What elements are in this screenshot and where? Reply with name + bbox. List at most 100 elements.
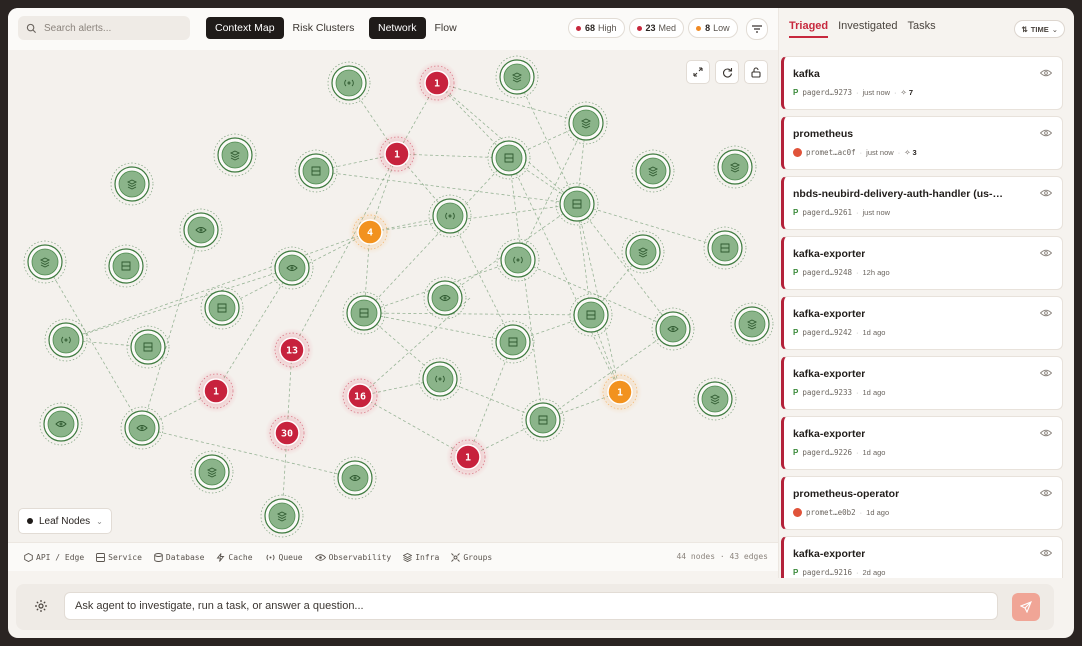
service-node[interactable]	[270, 246, 314, 290]
gear-icon[interactable]	[34, 599, 48, 613]
service-node[interactable]	[423, 276, 467, 320]
high-alert-node[interactable]: 1	[375, 132, 419, 176]
severity-med-pill[interactable]: 23 Med	[628, 18, 685, 38]
eye-icon[interactable]	[1040, 69, 1052, 77]
high-alert-node[interactable]: 1	[415, 61, 459, 105]
service-node[interactable]	[631, 149, 675, 193]
alert-card[interactable]: nbds-neubird-delivery-auth-handler (us-……	[781, 176, 1063, 230]
panel-tabs: Triaged Investigated Tasks	[789, 20, 936, 38]
sort-time-button[interactable]: ⇅ TIME ⌄	[1014, 20, 1065, 38]
tab-investigated[interactable]: Investigated	[838, 20, 897, 38]
alert-time: just now	[862, 88, 891, 97]
tab-network[interactable]: Network	[369, 17, 426, 39]
alert-card[interactable]: prometheus-operator promet…e0b2 · 1d ago	[781, 476, 1063, 530]
service-node[interactable]	[703, 226, 747, 270]
refresh-button[interactable]	[715, 60, 739, 84]
tab-tasks[interactable]: Tasks	[907, 20, 935, 38]
alert-title: kafka-exporter	[793, 428, 866, 440]
search-icon	[26, 23, 37, 33]
service-node[interactable]	[23, 240, 67, 284]
tab-risk-clusters[interactable]: Risk Clusters	[284, 17, 364, 39]
service-node[interactable]	[120, 406, 164, 450]
eye-icon[interactable]	[1040, 549, 1052, 557]
eye-icon[interactable]	[1040, 369, 1052, 377]
high-alert-node[interactable]: 30	[265, 411, 309, 455]
service-node[interactable]	[496, 238, 540, 282]
pagerduty-icon: P	[793, 328, 799, 337]
service-node[interactable]	[110, 162, 154, 206]
service-node[interactable]	[179, 208, 223, 252]
service-node[interactable]	[104, 244, 148, 288]
service-node[interactable]	[521, 398, 565, 442]
service-node[interactable]	[342, 291, 386, 335]
service-node[interactable]	[200, 286, 244, 330]
eye-icon[interactable]	[1040, 489, 1052, 497]
expand-button[interactable]	[686, 60, 710, 84]
search-input[interactable]	[42, 21, 186, 35]
service-node[interactable]	[39, 402, 83, 446]
service-node[interactable]	[693, 377, 737, 421]
alert-meta: P pagerd…9261 · just now	[793, 208, 891, 217]
lock-button[interactable]	[744, 60, 768, 84]
eye-icon[interactable]	[1040, 129, 1052, 137]
service-node[interactable]	[327, 61, 371, 105]
high-alert-node[interactable]: 1	[446, 435, 490, 479]
high-alert-node[interactable]: 16	[338, 374, 382, 418]
eye-icon[interactable]	[1040, 429, 1052, 437]
service-node[interactable]	[730, 302, 774, 346]
service-node[interactable]	[555, 182, 599, 226]
service-node[interactable]	[428, 194, 472, 238]
high-alert-node[interactable]: 1	[194, 369, 238, 413]
service-node[interactable]	[418, 357, 462, 401]
alert-card[interactable]: kafka-exporter P pagerd…9233 · 1d ago	[781, 356, 1063, 410]
alert-list[interactable]: kafka P pagerd…9273 · just now · ✧ 7 promet…	[779, 56, 1067, 578]
medium-alert-node[interactable]: 1	[598, 370, 642, 414]
service-node[interactable]	[333, 456, 377, 500]
network-canvas[interactable]: 1 1 4 13 1 16 30 1 1	[8, 50, 778, 542]
alert-id: pagerd…9248	[802, 268, 853, 277]
bolt-icon	[217, 552, 225, 562]
alert-card[interactable]: prometheus promet…ac0f · just now · ✧ 3	[781, 116, 1063, 170]
service-node[interactable]	[487, 136, 531, 180]
severity-low-pill[interactable]: 8 Low	[688, 18, 738, 38]
service-node[interactable]	[651, 307, 695, 351]
alert-card[interactable]: kafka-exporter P pagerd…9216 · 2d ago	[781, 536, 1063, 578]
service-node[interactable]	[213, 133, 257, 177]
service-node[interactable]	[294, 149, 338, 193]
severity-filters: 68 High 23 Med 8 Low	[568, 18, 738, 38]
search-box[interactable]	[18, 16, 190, 40]
send-button[interactable]	[1012, 593, 1040, 621]
view-toggle: Context Map Risk Clusters	[206, 17, 363, 39]
service-node[interactable]	[491, 320, 535, 364]
tab-context-map[interactable]: Context Map	[206, 17, 284, 39]
alert-card[interactable]: kafka-exporter P pagerd…9242 · 1d ago	[781, 296, 1063, 350]
medium-alert-node[interactable]: 4	[348, 210, 392, 254]
alert-time: 1d ago	[862, 328, 886, 337]
tab-triaged[interactable]: Triaged	[789, 20, 829, 38]
service-node[interactable]	[564, 101, 608, 145]
pagerduty-icon: P	[793, 208, 799, 217]
leaf-nodes-dropdown[interactable]: Leaf Nodes ⌄	[18, 508, 112, 534]
service-node[interactable]	[126, 325, 170, 369]
alert-card[interactable]: kafka-exporter P pagerd…9226 · 1d ago	[781, 416, 1063, 470]
agent-prompt-input[interactable]	[64, 592, 998, 620]
alert-card[interactable]: kafka P pagerd…9273 · just now · ✧ 7	[781, 56, 1063, 110]
service-node[interactable]	[495, 55, 539, 99]
context-map-graph[interactable]: 1 1 4 13 1 16 30 1 1 Leaf Nodes ⌄	[8, 50, 778, 542]
alerts-panel: Triaged Investigated Tasks ⇅ TIME ⌄ kafk…	[778, 8, 1074, 578]
legend-label: Service	[108, 552, 142, 562]
high-alert-node[interactable]: 13	[270, 328, 314, 372]
service-node[interactable]	[260, 494, 304, 538]
service-node[interactable]	[190, 450, 234, 494]
service-node[interactable]	[44, 318, 88, 362]
alert-card[interactable]: kafka-exporter P pagerd…9248 · 12h ago	[781, 236, 1063, 290]
eye-icon[interactable]	[1040, 189, 1052, 197]
legend-infra: Infra	[403, 553, 439, 562]
eye-icon[interactable]	[1040, 249, 1052, 257]
severity-high-pill[interactable]: 68 High	[568, 18, 625, 38]
service-node[interactable]	[621, 230, 665, 274]
service-node[interactable]	[713, 145, 757, 189]
filter-button[interactable]	[746, 18, 768, 40]
eye-icon[interactable]	[1040, 309, 1052, 317]
tab-flow[interactable]: Flow	[426, 17, 466, 39]
